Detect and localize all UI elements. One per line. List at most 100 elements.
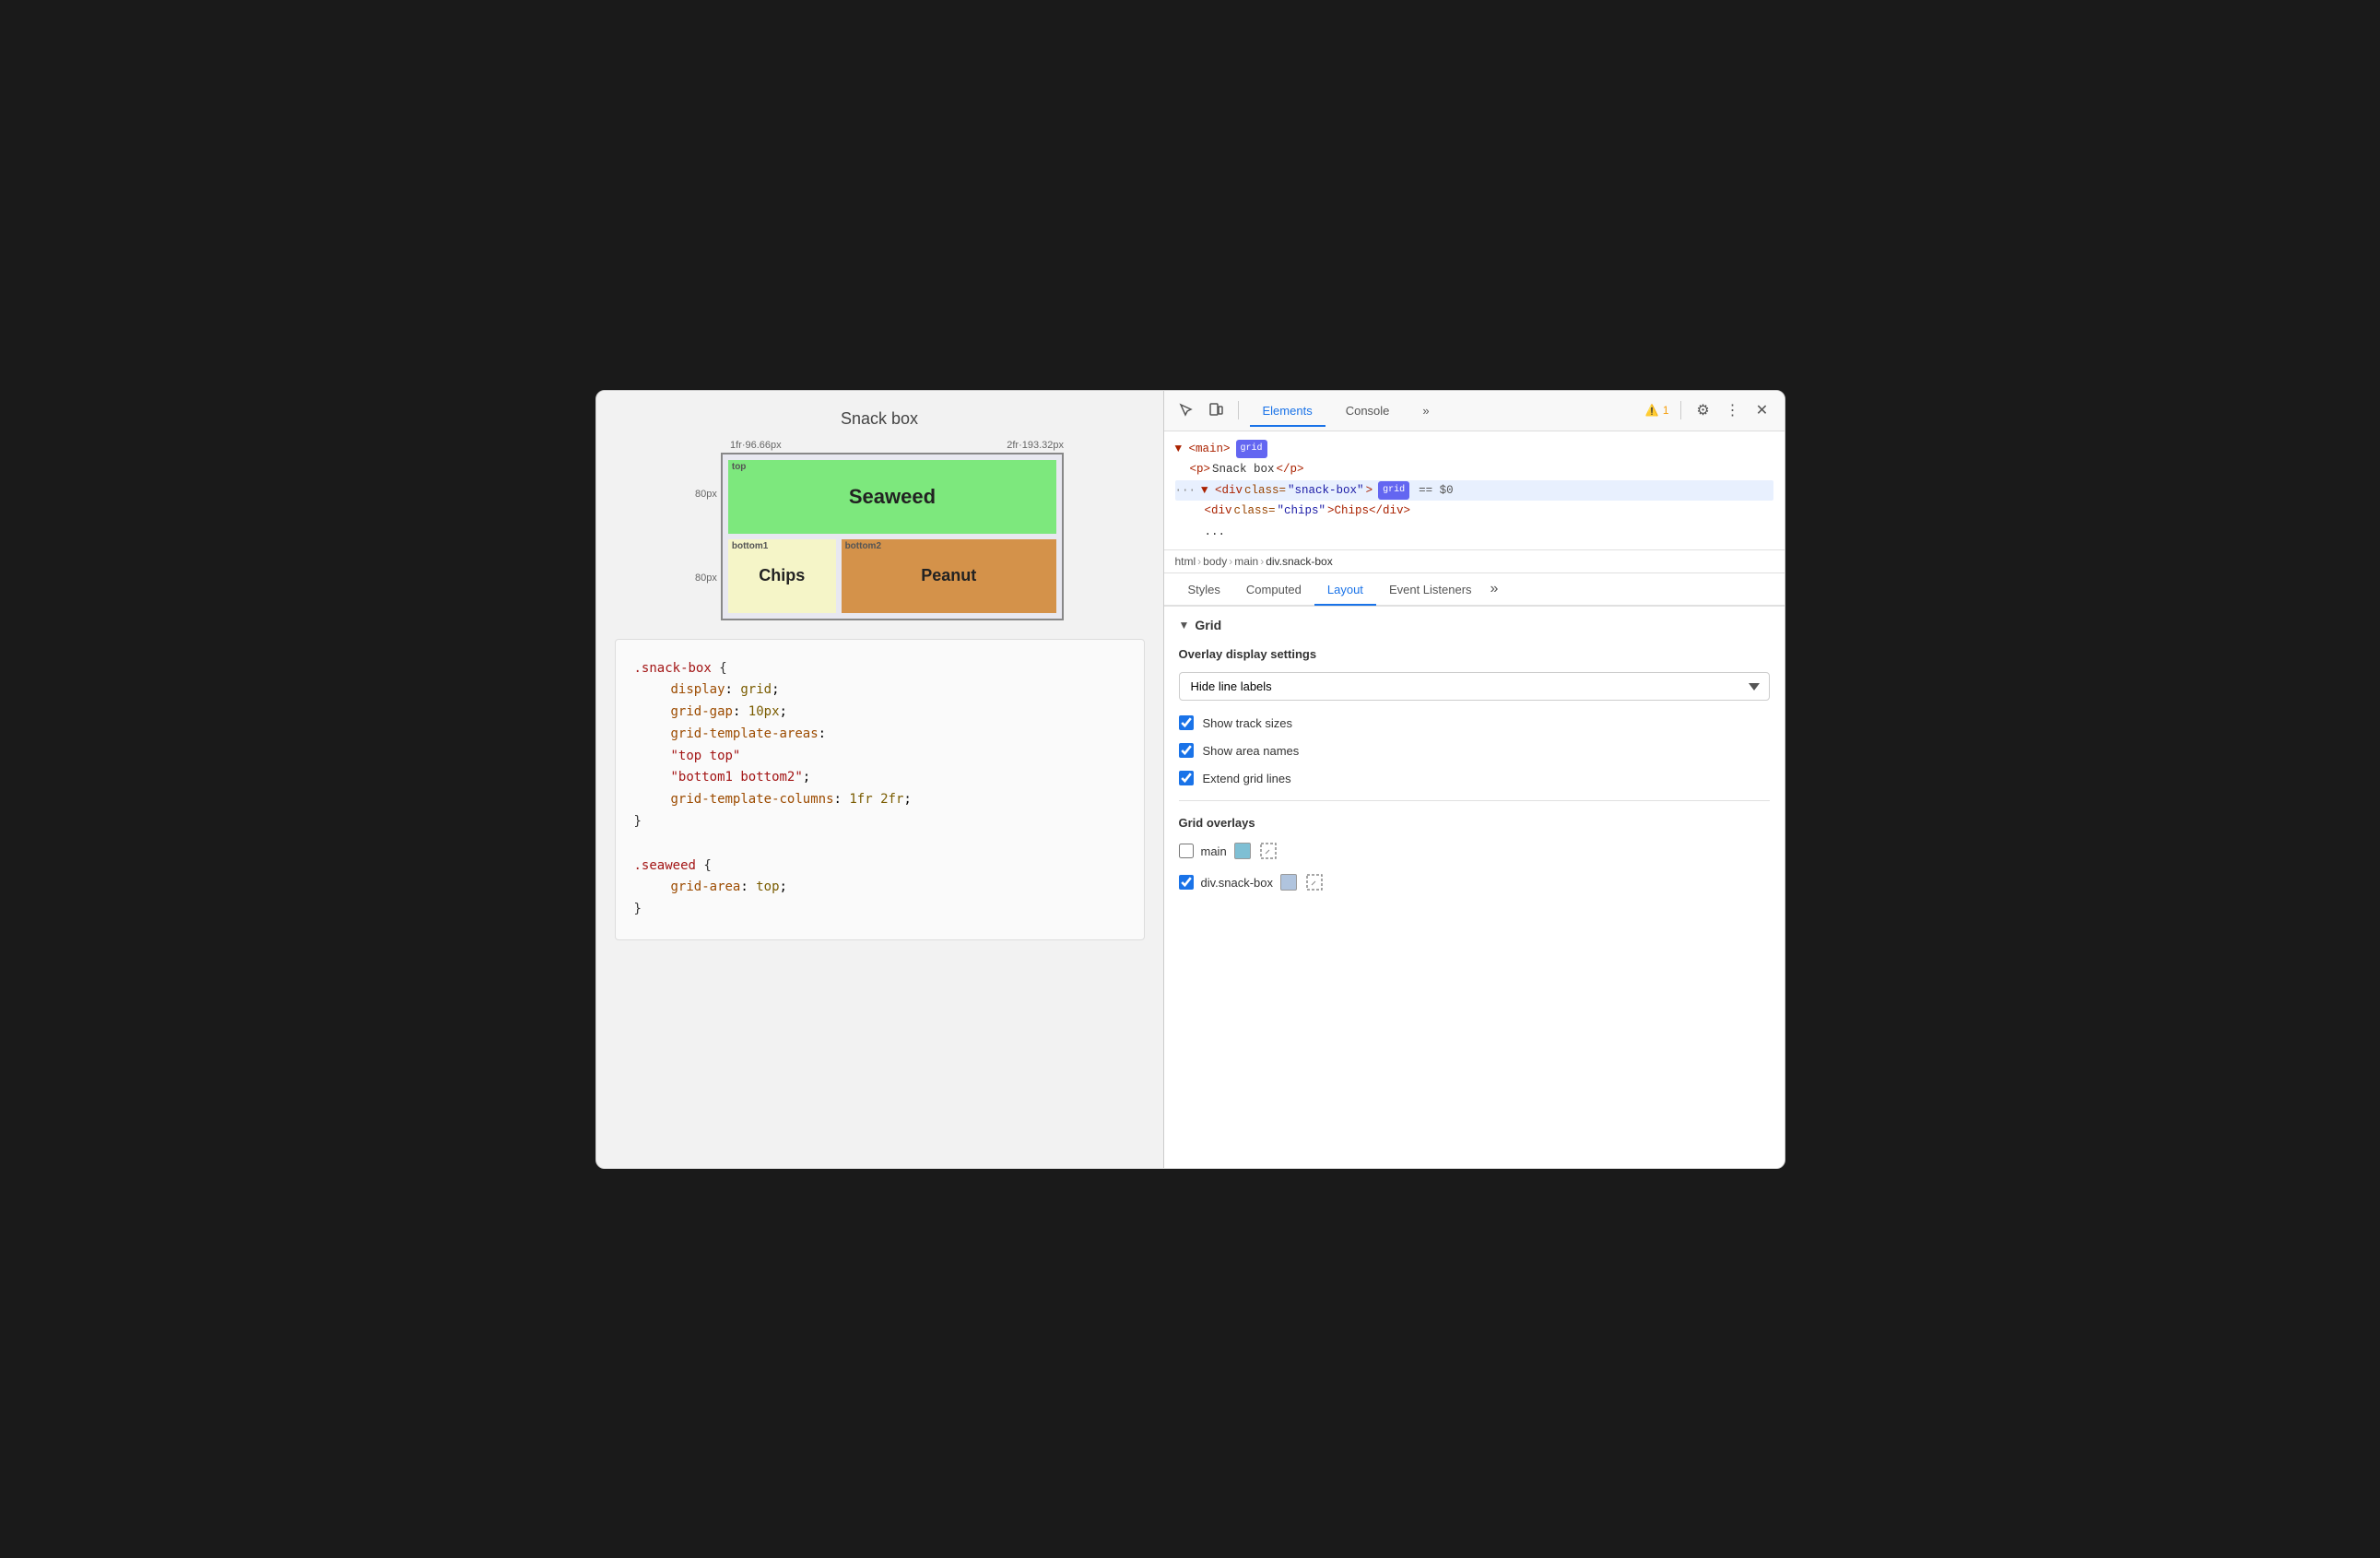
toolbar-divider-2 (1680, 401, 1681, 419)
row-label-1: 80px (695, 489, 717, 500)
overlay-snackbox-icon[interactable] (1304, 872, 1325, 892)
overlay-main-label: main (1201, 844, 1227, 858)
line-labels-dropdown[interactable]: Hide line labels Show line numbers Show … (1179, 672, 1770, 701)
breadcrumb-body[interactable]: body (1203, 555, 1227, 568)
dom-badge-main-grid: grid (1236, 440, 1267, 458)
section-arrow: ▼ (1179, 619, 1190, 631)
dropdown-row: Hide line labels Show line numbers Show … (1179, 672, 1770, 701)
grid-overlays-title: Grid overlays (1179, 816, 1770, 830)
dom-ellipsis: ··· (1175, 480, 1196, 502)
cell-peanut: bottom2 Peanut (842, 539, 1056, 613)
grid-rows-wrapper: 80px 80px top Seaweed bottom1 Chips (695, 453, 1064, 620)
peanut-label: Peanut (921, 566, 976, 585)
dom-row-main[interactable]: ▼ <main> grid (1175, 439, 1773, 460)
dom-tag-div-open: ▼ <div (1201, 480, 1243, 502)
section-divider (1179, 800, 1770, 801)
dom-attr-chips-val: "chips" (1278, 501, 1326, 522)
dom-equals-zero: == $0 (1419, 480, 1454, 502)
breadcrumb: html › body › main › div.snack-box (1164, 550, 1785, 573)
overlay-settings: Overlay display settings Hide line label… (1179, 647, 1770, 785)
device-icon[interactable] (1205, 399, 1227, 421)
right-panel: Elements Console » ⚠️ 1 ⚙ ⋮ ✕ ▼ <main> g… (1163, 391, 1785, 1168)
checkbox-track-sizes: Show track sizes (1179, 715, 1770, 730)
checkbox-area-names-input[interactable] (1179, 743, 1194, 758)
dom-more-text: ... (1205, 522, 1226, 543)
checkbox-area-names: Show area names (1179, 743, 1770, 758)
dom-attr-class: class= (1244, 480, 1286, 502)
breadcrumb-snackbox[interactable]: div.snack-box (1266, 555, 1332, 568)
peanut-area-label: bottom2 (845, 541, 881, 551)
row-label-2: 80px (695, 572, 717, 584)
grid-section-title: Grid (1195, 618, 1221, 632)
cell-chips: bottom1 Chips (728, 539, 836, 613)
cell-seaweed: top Seaweed (728, 460, 1056, 534)
grid-preview: Snack box 1fr·96.66px 2fr·193.32px 80px … (615, 409, 1145, 620)
tab-console[interactable]: Console (1333, 396, 1403, 427)
tab-event-listeners[interactable]: Event Listeners (1376, 575, 1485, 606)
col-label-2: 2fr·193.32px (1007, 440, 1064, 451)
chips-label: Chips (759, 566, 805, 585)
column-labels: 1fr·96.66px 2fr·193.32px (695, 440, 1064, 451)
checkbox-extend-lines: Extend grid lines (1179, 771, 1770, 785)
dom-tag-p: <p> (1190, 459, 1211, 480)
seaweed-area-label: top (732, 462, 747, 472)
browser-window: Snack box 1fr·96.66px 2fr·193.32px 80px … (595, 390, 1785, 1169)
breadcrumb-sep-2: › (1229, 555, 1232, 568)
dom-tag-chips-close: >Chips</div> (1327, 501, 1410, 522)
dom-row-p[interactable]: <p> Snack box </p> (1175, 459, 1773, 480)
grid-section-header: ▼ Grid (1179, 618, 1770, 632)
breadcrumb-main[interactable]: main (1234, 555, 1258, 568)
warning-count: 1 (1663, 404, 1669, 417)
dom-badge-snackbox-grid: grid (1378, 481, 1409, 500)
checkbox-track-sizes-label: Show track sizes (1203, 716, 1293, 730)
overlay-snackbox-checkbox[interactable] (1179, 875, 1194, 890)
grid-overlays-section: Grid overlays main div (1179, 816, 1770, 892)
tab-layout[interactable]: Layout (1314, 575, 1376, 606)
grid-title: Snack box (841, 409, 918, 429)
chips-area-label: bottom1 (732, 541, 768, 551)
seaweed-label: Seaweed (849, 485, 936, 509)
grid-box: top Seaweed bottom1 Chips bottom2 Peanut (721, 453, 1064, 620)
settings-icon[interactable]: ⚙ (1692, 399, 1714, 421)
overlay-snackbox-color (1280, 874, 1297, 891)
dom-tree: ▼ <main> grid <p> Snack box </p> ··· ▼ <… (1164, 431, 1785, 551)
tab-computed[interactable]: Computed (1233, 575, 1314, 606)
grid-outer: 1fr·96.66px 2fr·193.32px 80px 80px top S… (695, 440, 1064, 620)
dom-attr-class-val: "snack-box" (1288, 480, 1364, 502)
dom-tag-div-close: > (1366, 480, 1373, 502)
close-icon[interactable]: ✕ (1751, 399, 1773, 421)
checkbox-extend-lines-label: Extend grid lines (1203, 772, 1291, 785)
left-panel: Snack box 1fr·96.66px 2fr·193.32px 80px … (596, 391, 1163, 1168)
toolbar-divider-1 (1238, 401, 1239, 419)
row-labels: 80px 80px (695, 453, 717, 620)
dom-row-more: ... (1175, 522, 1773, 543)
devtools-toolbar: Elements Console » ⚠️ 1 ⚙ ⋮ ✕ (1164, 391, 1785, 431)
dom-attr-chips-class: class= (1234, 501, 1276, 522)
overlay-main-icon[interactable] (1258, 841, 1278, 861)
dom-row-snackbox[interactable]: ··· ▼ <div class= "snack-box" > grid == … (1175, 480, 1773, 502)
overlay-snackbox-label: div.snack-box (1201, 876, 1274, 890)
panel-tab-more[interactable]: » (1485, 573, 1504, 605)
checkbox-extend-lines-input[interactable] (1179, 771, 1194, 785)
dom-tag-p-close: </p> (1277, 459, 1304, 480)
overlay-main: main (1179, 841, 1770, 861)
more-options-icon[interactable]: ⋮ (1722, 399, 1744, 421)
breadcrumb-html[interactable]: html (1175, 555, 1196, 568)
tab-more[interactable]: » (1409, 396, 1442, 427)
dom-tag-chips: <div (1205, 501, 1232, 522)
panel-content: ▼ Grid Overlay display settings Hide lin… (1164, 607, 1785, 1168)
code-panel: .snack-box { display: grid; grid-gap: 10… (615, 639, 1145, 941)
checkbox-track-sizes-input[interactable] (1179, 715, 1194, 730)
overlay-main-color (1234, 843, 1251, 859)
warning-icon: ⚠️ (1645, 404, 1659, 417)
breadcrumb-sep-3: › (1260, 555, 1264, 568)
col-label-1: 1fr·96.66px (730, 440, 782, 451)
breadcrumb-sep-1: › (1197, 555, 1201, 568)
warning-badge: ⚠️ 1 (1645, 404, 1669, 417)
tab-elements[interactable]: Elements (1250, 396, 1325, 427)
dom-row-chips[interactable]: <div class= "chips" >Chips</div> (1175, 501, 1773, 522)
inspect-icon[interactable] (1175, 399, 1197, 421)
overlay-main-checkbox[interactable] (1179, 844, 1194, 858)
dom-tag-main: ▼ <main> (1175, 439, 1231, 460)
tab-styles[interactable]: Styles (1175, 575, 1233, 606)
